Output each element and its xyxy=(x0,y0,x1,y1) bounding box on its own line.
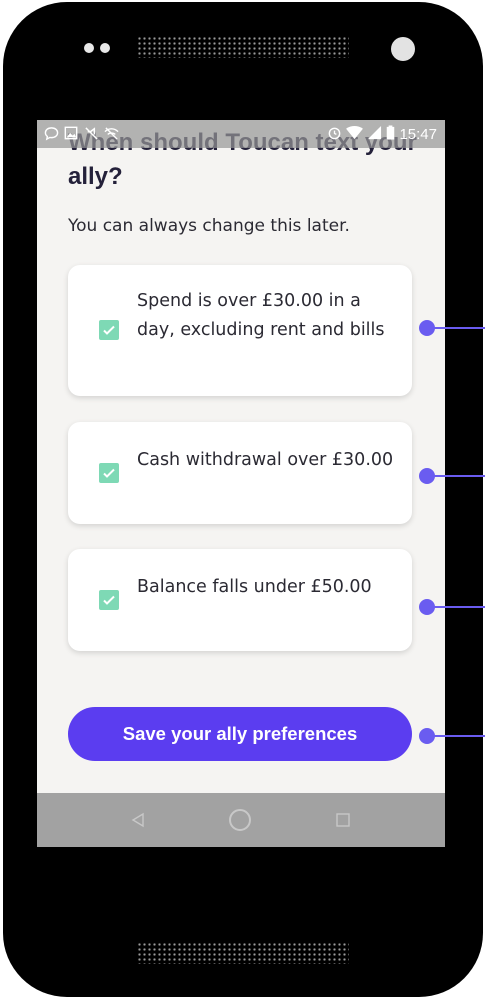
annotation-line xyxy=(430,606,485,608)
android-nav-bar xyxy=(37,793,445,847)
checkbox-checked[interactable] xyxy=(99,463,119,483)
page-subtitle: You can always change this later. xyxy=(68,216,350,236)
top-speaker-grille xyxy=(137,36,349,58)
mute-icon xyxy=(83,126,99,142)
checkmark-icon xyxy=(103,595,115,605)
image-icon xyxy=(63,126,79,142)
status-time: 15:47 xyxy=(399,126,437,143)
app-screen: 15:47 When should Toucan text your ally?… xyxy=(37,120,445,847)
battery-icon xyxy=(386,125,395,144)
option-label: Balance falls under £50.00 xyxy=(137,577,372,597)
back-triangle-icon[interactable] xyxy=(125,807,151,833)
annotation-line xyxy=(430,735,485,737)
annotation-line xyxy=(430,475,485,477)
chat-bubble-icon xyxy=(43,126,59,142)
camera-dot-icon xyxy=(84,43,94,53)
checkbox-checked[interactable] xyxy=(99,590,119,610)
home-circle-icon[interactable] xyxy=(227,807,253,833)
wifi-icon xyxy=(346,125,364,144)
alarm-icon xyxy=(327,125,342,144)
status-bar: 15:47 xyxy=(37,120,445,148)
bottom-speaker-grille xyxy=(137,942,349,964)
option-label: Spend is over £30.00 in a day, excluding… xyxy=(137,291,385,340)
no-wifi-icon xyxy=(103,126,119,142)
camera-dot-icon xyxy=(100,43,110,53)
save-preferences-button[interactable]: Save your ally preferences xyxy=(68,707,412,761)
proximity-sensor xyxy=(391,37,415,61)
signal-icon xyxy=(367,125,382,144)
recent-apps-square-icon[interactable] xyxy=(330,807,356,833)
annotation-line xyxy=(430,327,485,329)
option-card-spend[interactable]: Spend is over £30.00 in a day, excluding… xyxy=(68,265,412,396)
checkmark-icon xyxy=(103,468,115,478)
stage: 15:47 When should Toucan text your ally?… xyxy=(0,0,485,1001)
option-card-balance[interactable]: Balance falls under £50.00 xyxy=(68,549,412,651)
option-label: Cash withdrawal over £30.00 xyxy=(137,450,394,470)
option-card-cash-withdrawal[interactable]: Cash withdrawal over £30.00 xyxy=(68,422,412,524)
checkmark-icon xyxy=(103,325,115,335)
checkbox-checked[interactable] xyxy=(99,320,119,340)
